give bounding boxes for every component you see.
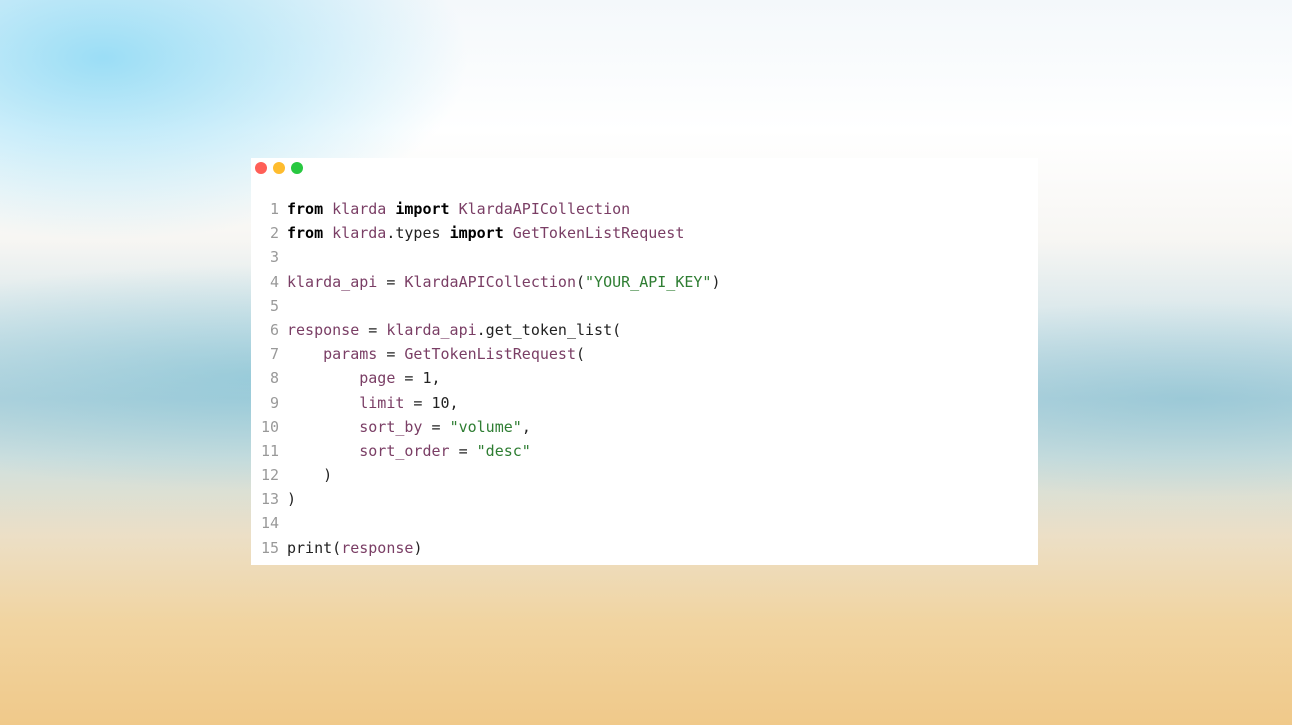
code-token: limit bbox=[359, 393, 405, 412]
code-token: response bbox=[341, 538, 414, 557]
code-token: ( bbox=[576, 345, 586, 364]
code-token: "YOUR_API_KEY" bbox=[585, 272, 712, 291]
code-token: GetTokenListRequest bbox=[404, 345, 576, 364]
code-text: limit = 10, bbox=[287, 391, 459, 415]
code-line: 2 from klarda.types import GetTokenListRe… bbox=[251, 221, 1038, 245]
code-token: = bbox=[422, 417, 450, 436]
code-token: "desc" bbox=[476, 441, 531, 460]
code-token: sort_by bbox=[359, 417, 423, 436]
line-number: 10 bbox=[260, 417, 279, 436]
maximize-dot-icon[interactable] bbox=[291, 162, 303, 174]
code-line: 14 bbox=[251, 511, 1038, 535]
code-token: = 1, bbox=[395, 369, 441, 388]
code-token: params bbox=[323, 345, 378, 364]
code-text: sort_by = "volume", bbox=[287, 415, 531, 439]
code-token: response bbox=[287, 320, 360, 339]
code-token: ( bbox=[576, 272, 586, 291]
code-line: 10 sort_by = "volume", bbox=[251, 415, 1038, 439]
code-token: , bbox=[521, 417, 531, 436]
code-line: 11 sort_order = "desc" bbox=[251, 439, 1038, 463]
code-line: 12 ) bbox=[251, 463, 1038, 487]
code-token: = bbox=[377, 272, 405, 291]
code-token: klarda_api bbox=[386, 320, 477, 339]
code-line: 5 bbox=[251, 294, 1038, 318]
code-token: klarda bbox=[332, 224, 387, 243]
code-token: = bbox=[359, 320, 387, 339]
minimize-dot-icon[interactable] bbox=[273, 162, 285, 174]
line-number: 3 bbox=[269, 248, 279, 267]
code-token: = bbox=[449, 441, 477, 460]
code-token: .types bbox=[386, 224, 450, 243]
code-line: 8 page = 1, bbox=[251, 366, 1038, 390]
code-token: = 10, bbox=[404, 393, 459, 412]
code-token: GetTokenListRequest bbox=[512, 224, 685, 243]
code-token: ) bbox=[287, 466, 333, 485]
code-line: 13) bbox=[251, 487, 1038, 511]
window-controls bbox=[255, 162, 303, 174]
code-text: print(response) bbox=[287, 536, 422, 560]
code-token: from bbox=[287, 224, 324, 243]
code-token: klarda bbox=[332, 200, 387, 218]
code-line: 9 limit = 10, bbox=[251, 391, 1038, 415]
code-token: import bbox=[395, 200, 450, 218]
code-token: ) bbox=[287, 490, 297, 509]
line-number: 15 bbox=[260, 538, 279, 557]
code-token: klarda_api bbox=[287, 272, 378, 291]
code-window: 1 from klarda import KlardaAPICollection 2… bbox=[251, 158, 1038, 565]
line-number: 6 bbox=[269, 320, 279, 339]
line-number: 9 bbox=[269, 393, 279, 412]
code-text: from klarda import KlardaAPICollection bbox=[287, 197, 630, 221]
code-line: 6 response = klarda_api.get_token_list( bbox=[251, 318, 1038, 342]
code-token: ) bbox=[413, 538, 423, 557]
line-number: 2 bbox=[269, 224, 279, 243]
line-number: 4 bbox=[269, 272, 279, 291]
code-token: sort_order bbox=[359, 441, 450, 460]
close-dot-icon[interactable] bbox=[255, 162, 267, 174]
line-number: 13 bbox=[260, 490, 279, 509]
code-text: ) bbox=[287, 487, 296, 511]
line-number: 8 bbox=[269, 369, 279, 388]
code-text: params = GetTokenListRequest( bbox=[287, 342, 585, 366]
line-number: 11 bbox=[260, 441, 279, 460]
line-number: 12 bbox=[260, 466, 279, 485]
code-line: 1 from klarda import KlardaAPICollection bbox=[251, 197, 1038, 221]
code-line: 7 params = GetTokenListRequest( bbox=[251, 342, 1038, 366]
code-text: sort_order = "desc" bbox=[287, 439, 531, 463]
code-token: KlardaAPICollection bbox=[458, 200, 631, 218]
code-token: page bbox=[359, 369, 396, 388]
code-token: import bbox=[449, 224, 504, 243]
code-token: .get_token_list( bbox=[476, 320, 622, 339]
code-token: = bbox=[377, 345, 405, 364]
line-number: 5 bbox=[269, 296, 279, 315]
line-number: 1 bbox=[269, 200, 279, 218]
code-text: from klarda.types import GetTokenListReq… bbox=[287, 221, 684, 245]
code-line: 15 print(response) bbox=[251, 536, 1038, 560]
code-text: ) bbox=[287, 463, 332, 487]
code-token: ) bbox=[711, 272, 721, 291]
code-line: 3 bbox=[251, 245, 1038, 269]
code-text: klarda_api = KlardaAPICollection("YOUR_A… bbox=[287, 270, 721, 294]
line-number: 14 bbox=[260, 514, 279, 533]
line-number: 7 bbox=[269, 345, 279, 364]
code-line: 4 klarda_api = KlardaAPICollection("YOUR_… bbox=[251, 270, 1038, 294]
code-token: KlardaAPICollection bbox=[404, 272, 576, 291]
code-text: response = klarda_api.get_token_list( bbox=[287, 318, 621, 342]
code-token: "volume" bbox=[449, 417, 522, 436]
code-text: page = 1, bbox=[287, 366, 441, 390]
code-token: print( bbox=[287, 538, 342, 557]
code-block: 1 from klarda import KlardaAPICollection 2… bbox=[251, 197, 1038, 560]
desktop-background: { "window": { "controls": [ {"name": "cl… bbox=[0, 0, 1292, 725]
code-token: from bbox=[287, 200, 324, 218]
